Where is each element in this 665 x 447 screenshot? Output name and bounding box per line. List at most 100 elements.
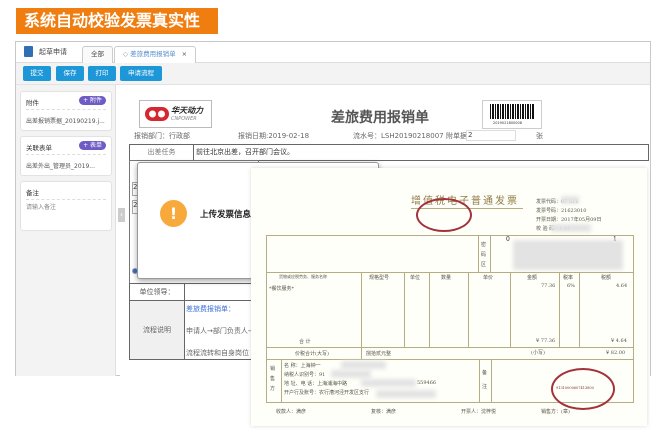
attach-count-input[interactable]: 2 <box>466 130 516 141</box>
pw-divider <box>490 235 491 272</box>
print-button[interactable]: 打印 <box>88 66 116 81</box>
related-title: 关联表单 <box>26 144 52 152</box>
tab-all-label: 全部 <box>91 50 104 58</box>
divider <box>26 199 106 200</box>
barcode-bars <box>490 104 535 119</box>
task-value-cell[interactable]: 前往北京出差，召开部门会议。 <box>193 144 649 161</box>
header-qty: 数量 <box>441 275 452 281</box>
add-attachment-button[interactable]: + 附件 <box>79 96 106 105</box>
attachment-item[interactable]: 出差报销票据_20190219.j... <box>26 116 105 125</box>
remark-label: 备注 <box>482 370 488 390</box>
tab-all[interactable]: 全部 <box>82 46 113 63</box>
sidebar: 附件 + 附件 出差报销票据_20190219.j... 关联表单 + 表单 出… <box>16 85 116 376</box>
tab-current-label: 差旅费用报销单 <box>130 50 176 58</box>
pw-a: 0 <box>506 236 510 243</box>
col <box>491 359 492 403</box>
add-form-button[interactable]: + 表单 <box>79 141 106 150</box>
toolbar: 提交 保存 打印 申请流程 <box>16 63 650 85</box>
stamp-id: 91310000607413800 <box>556 386 594 390</box>
col <box>559 272 560 347</box>
payee: 收款人：满彦 <box>276 409 307 415</box>
logo-en: CNPOWER <box>171 116 197 122</box>
seller-phone: 559466 <box>417 380 437 386</box>
leader-value-cell[interactable] <box>184 283 254 301</box>
col <box>361 347 362 359</box>
dept-field: 报销部门：行政部 <box>134 132 190 140</box>
col <box>281 359 282 403</box>
col <box>468 272 469 347</box>
barcode: 2019021800008 <box>482 100 542 129</box>
invoice-image: 增值税电子普通发票 发票代码：07 311 发票号码：21623010 开票日期… <box>251 168 647 426</box>
seller-name: 名 称：上海钟一 <box>284 363 321 369</box>
col <box>429 272 430 347</box>
total-label: 价税合计(大写) <box>295 351 329 357</box>
task-label: 出差任务 <box>147 148 176 156</box>
flow-label-cell: 流程说明 <box>129 300 185 360</box>
leader-label: 单位领导： <box>139 288 175 296</box>
seller-address: 地 址、电 话：上海浦海中路 <box>284 381 348 387</box>
header-tax: 税额 <box>601 275 612 281</box>
redacted <box>341 361 386 369</box>
header-spec: 规格型号 <box>369 275 390 281</box>
remark-title: 备注 <box>26 189 39 197</box>
banner-title: 系统自动校验发票真实性 <box>24 11 201 30</box>
remark-panel: 备注 请输入备注 <box>20 181 112 231</box>
tab-travel-expense[interactable]: ◇ 差旅费用报销单 × <box>114 46 197 64</box>
related-forms-panel: 关联表单 + 表单 出差外出_管理员_2019... <box>20 136 112 176</box>
header-name: 货物或应税劳务、服务名称 <box>279 274 327 279</box>
header-price: 单价 <box>483 275 494 281</box>
redacted <box>361 379 416 387</box>
redacted <box>331 370 371 378</box>
col <box>361 272 362 347</box>
item-tax: 4.64 <box>616 283 628 289</box>
sum-amount: ¥ 77.36 <box>536 338 556 344</box>
app-label: 起草申请 <box>39 48 67 56</box>
app-icon <box>24 46 33 57</box>
issuer: 开票人：沈梓悦 <box>461 409 497 415</box>
document-title: 差旅费用报销单 <box>331 110 429 126</box>
redacted <box>561 196 579 204</box>
col <box>404 272 405 347</box>
collapse-sidebar-handle[interactable]: ‹ <box>118 208 125 222</box>
infinity-logo-icon <box>145 107 169 121</box>
chevron-left-icon: ‹ <box>119 210 124 219</box>
attach-label: 附单据 <box>446 132 467 140</box>
warning-icon: ! <box>160 200 187 227</box>
attach-count-value: 2 <box>468 131 473 139</box>
seller-sign: 销售方：(章) <box>541 409 570 415</box>
flow-label: 流程说明 <box>143 326 171 334</box>
tab-close-icon[interactable]: × <box>182 50 187 58</box>
related-form-item[interactable]: 出差外出_管理员_2019... <box>26 161 95 170</box>
barcode-text: 2019021800008 <box>493 121 522 125</box>
attach-unit: 张 <box>536 132 543 140</box>
redacted <box>376 390 436 398</box>
total-small-label: (小写) <box>531 350 545 356</box>
company-logo: 华天动力 CNPOWER <box>139 100 212 128</box>
redacted <box>551 224 591 232</box>
flow-line-2: 流程流转和自身岗位 <box>186 349 249 357</box>
attachments-panel: 附件 + 附件 出差报销票据_20190219.j... <box>20 91 112 131</box>
divider <box>26 154 106 155</box>
invoice-number: 发票号码：21623010 <box>536 208 587 214</box>
leader-label-cell: 单位领导： <box>129 283 185 301</box>
item-name: *餐饮服务* <box>269 286 295 292</box>
header-rate: 税率 <box>563 275 574 281</box>
col <box>479 359 480 403</box>
tab-bar: 起草申请 全部 ◇ 差旅费用报销单 × <box>16 42 650 64</box>
col <box>510 272 511 347</box>
total-value: ¥ 82.00 <box>606 350 626 356</box>
flow-button[interactable]: 申请流程 <box>120 66 162 81</box>
remark-input[interactable]: 请输入备注 <box>26 202 56 211</box>
submit-button[interactable]: 提交 <box>23 66 51 81</box>
flow-title: 差旅费报销单： <box>186 305 235 313</box>
header-amount: 金额 <box>527 275 538 281</box>
sum-label: 合 计 <box>299 339 311 345</box>
logo-cn: 华天动力 <box>171 106 203 115</box>
invoice-date: 开票日期：2017年05月09日 <box>536 217 602 223</box>
item-amount: 77.36 <box>541 283 556 289</box>
pw-label: 密码区 <box>481 242 487 268</box>
seller-label: 销售方 <box>270 366 276 392</box>
header-unit: 单位 <box>410 275 421 281</box>
save-button[interactable]: 保存 <box>56 66 84 81</box>
reviewer: 复核：满彦 <box>371 409 397 415</box>
